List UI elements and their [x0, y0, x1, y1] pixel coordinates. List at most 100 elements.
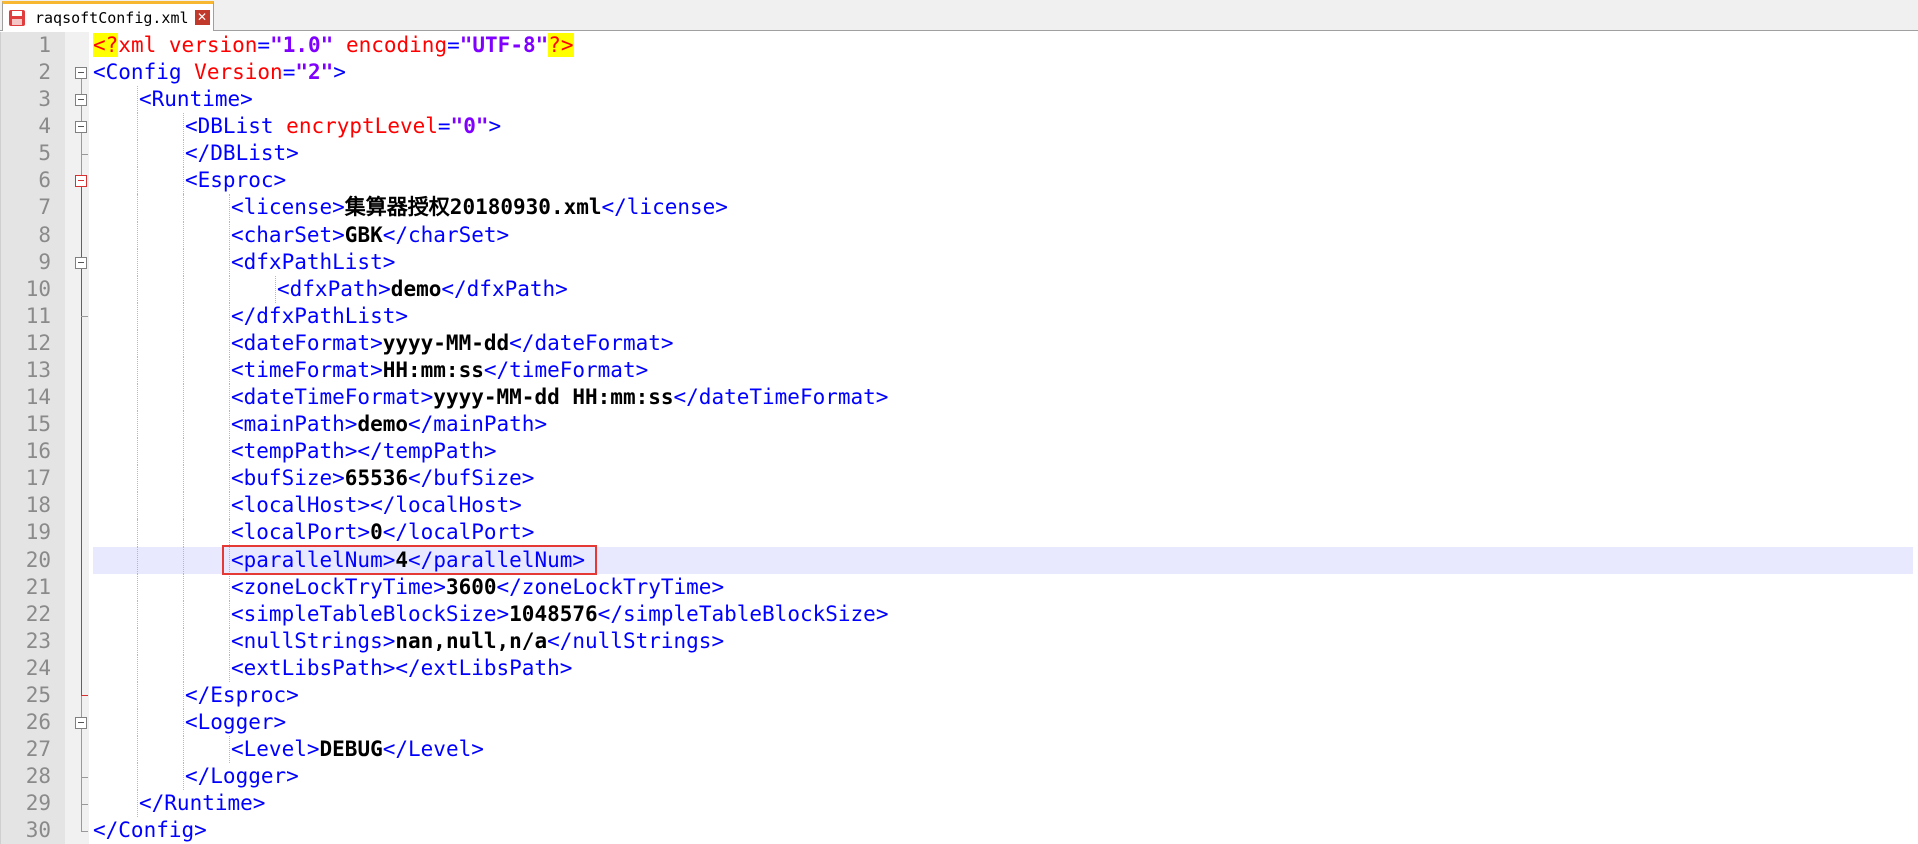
line-number: 18: [25, 493, 51, 518]
fold-toggle-icon[interactable]: [75, 717, 87, 729]
code-line[interactable]: <Runtime>: [93, 86, 1913, 113]
indent-guide: [137, 600, 138, 628]
indent-guide: [137, 654, 138, 682]
code-line[interactable]: <bufSize>65536</bufSize>: [93, 465, 1913, 492]
code-line[interactable]: <mainPath>demo</mainPath>: [93, 411, 1913, 438]
code-line[interactable]: <tempPath></tempPath>: [93, 438, 1913, 465]
indent-guide: [183, 736, 184, 764]
indent-guide: [137, 763, 138, 791]
indent-guide: [183, 302, 184, 330]
code-line[interactable]: <Logger>: [93, 709, 1913, 736]
code-line[interactable]: <Esproc>: [93, 167, 1913, 194]
xml-tag: =: [447, 33, 460, 57]
code-line[interactable]: <extLibsPath></extLibsPath>: [93, 655, 1913, 682]
code-line[interactable]: </DBList>: [93, 140, 1913, 167]
xml-tag: </simpleTableBlockSize>: [597, 601, 889, 626]
indent-guide: [137, 194, 138, 222]
indent-guide: [229, 384, 230, 412]
code-area[interactable]: <?xml version="1.0" encoding="UTF-8"?> <C…: [93, 32, 1913, 844]
xml-tag: </timeFormat>: [483, 357, 649, 382]
xml-tag: </dateFormat>: [509, 330, 674, 355]
fold-toggle-icon[interactable]: [75, 256, 87, 269]
code-line[interactable]: <?xml version="1.0" encoding="UTF-8"?>: [93, 32, 1913, 59]
tab-label: raqsoftConfig.xml: [35, 8, 189, 27]
code-line[interactable]: <dateTimeFormat>yyyy-MM-dd HH:mm:ss</dat…: [93, 384, 1913, 411]
code-line[interactable]: <dfxPath>demo</dfxPath>: [93, 276, 1913, 303]
indent-guide: [229, 519, 230, 547]
code-line[interactable]: <dateFormat>yyyy-MM-dd</dateFormat>: [93, 330, 1913, 357]
indent-guide: [229, 627, 230, 655]
line-number: 9: [38, 249, 51, 274]
indent-guide: [229, 438, 230, 466]
indent-guide: [183, 140, 184, 168]
tab-bar: raqsoftConfig.xml ✕: [0, 0, 1918, 31]
code-line[interactable]: </Logger>: [93, 763, 1913, 790]
xml-tag: </bufSize>: [408, 466, 535, 491]
fold-toggle-icon[interactable]: [75, 94, 87, 107]
indent-guide: [229, 302, 230, 330]
tab-raqsoftconfig[interactable]: raqsoftConfig.xml ✕: [2, 1, 214, 31]
xml-text: yyyy-MM-dd: [382, 330, 510, 355]
code-line[interactable]: <simpleTableBlockSize>1048576</simpleTab…: [93, 601, 1913, 628]
code-line[interactable]: </Esproc>: [93, 682, 1913, 709]
indent-guide: [183, 709, 184, 737]
xml-tag: </Runtime>: [139, 791, 266, 816]
xml-text: 3600: [445, 574, 497, 599]
line-number-gutter: 1 2 3 4 5 6 7 8 9 10 11 12 13 14 15 16 17 18 19 20 21 22 23 24 2…: [1, 32, 65, 844]
code-line[interactable]: <Config Version="2">: [93, 59, 1913, 86]
line-number: 8: [38, 222, 51, 247]
xml-text: 4: [395, 547, 409, 572]
line-number: 15: [25, 412, 51, 437]
indent-guide: [137, 329, 138, 357]
xml-tag: =: [257, 33, 271, 57]
code-line[interactable]: <DBList encryptLevel="0">: [93, 113, 1913, 140]
line-number: 28: [25, 764, 51, 789]
indent-guide: [183, 113, 184, 141]
fold-end-marker: [81, 153, 88, 155]
xml-tag: <DBList: [185, 114, 274, 139]
indent-guide: [229, 736, 230, 764]
fold-toggle-icon[interactable]: [75, 67, 87, 80]
code-line[interactable]: <Level>DEBUG</Level>: [93, 736, 1913, 763]
code-line[interactable]: <parallelNum>4</parallelNum>: [93, 546, 1913, 574]
code-line[interactable]: <charSet>GBK</charSet>: [93, 222, 1913, 249]
code-line[interactable]: <zoneLockTryTime>3600</zoneLockTryTime>: [93, 574, 1913, 601]
code-editor[interactable]: 1 2 3 4 5 6 7 8 9 10 11 12 13 14 15 16 17 18 19 20 21 22 23 24 2…: [0, 32, 1918, 844]
indent-guide: [137, 681, 138, 709]
code-line[interactable]: </Config>: [93, 817, 1913, 844]
indent-guide: [229, 221, 230, 249]
code-line[interactable]: <nullStrings>nan,null,n/a</nullStrings>: [93, 628, 1913, 655]
indent-guide: [183, 248, 184, 276]
xml-attribute-value: "2": [295, 60, 334, 85]
indent-guide: [183, 492, 184, 520]
code-line[interactable]: <license>集算器授权20180930.xml</license>: [93, 194, 1913, 221]
xml-attribute-value: "0": [450, 114, 489, 139]
code-line[interactable]: <localHost></localHost>: [93, 492, 1913, 519]
line-number: 3: [38, 87, 51, 112]
xml-tag: <Esproc>: [185, 168, 287, 193]
indent-guide: [137, 465, 138, 493]
fold-toggle-icon[interactable]: [75, 175, 87, 188]
indent-guide: [137, 519, 138, 547]
code-line[interactable]: <localPort>0</localPort>: [93, 519, 1913, 546]
xml-tag: <license>: [231, 195, 345, 220]
close-icon[interactable]: ✕: [194, 10, 210, 25]
xml-attribute: Version: [194, 60, 283, 85]
code-line[interactable]: </Runtime>: [93, 790, 1913, 817]
line-number: 1: [38, 33, 51, 57]
xml-tag: </Logger>: [185, 764, 299, 789]
code-line[interactable]: <dfxPathList>: [93, 249, 1913, 276]
xml-tag: </localPort>: [382, 520, 535, 545]
fold-margin[interactable]: [65, 32, 89, 844]
indent-guide: [137, 356, 138, 385]
fold-toggle-icon[interactable]: [75, 121, 87, 134]
xml-text: HH:mm:ss: [382, 357, 484, 382]
code-line[interactable]: </dfxPathList>: [93, 303, 1913, 330]
indent-guide: [183, 329, 184, 357]
indent-guide: [183, 411, 184, 439]
save-icon: [9, 9, 25, 26]
code-line[interactable]: <timeFormat>HH:mm:ss</timeFormat>: [93, 357, 1913, 384]
fold-end-marker: [81, 695, 88, 697]
